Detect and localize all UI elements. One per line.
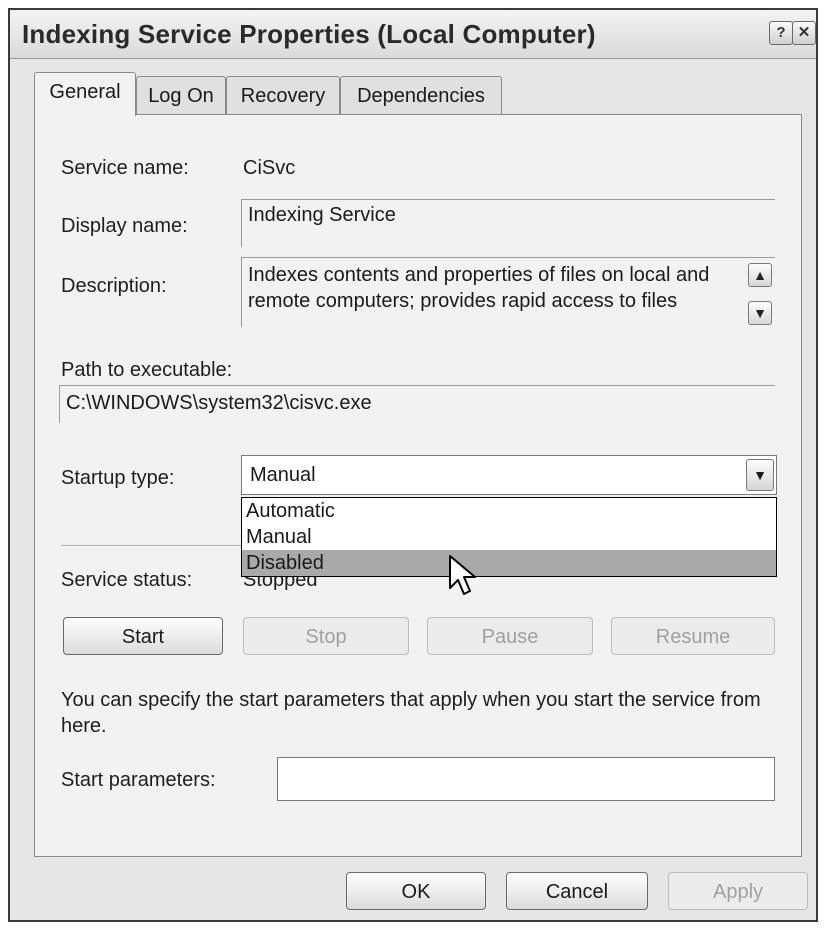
description-line-2: remote computers; provides rapid access … bbox=[248, 290, 678, 312]
pause-button[interactable]: Pause bbox=[427, 617, 593, 655]
title-bar[interactable]: Indexing Service Properties (Local Compu… bbox=[10, 10, 816, 59]
startup-type-label: Startup type: bbox=[61, 467, 175, 489]
resume-button[interactable]: Resume bbox=[611, 617, 775, 655]
scroll-down-icon[interactable]: ▼ bbox=[748, 301, 772, 325]
display-name-label: Display name: bbox=[61, 215, 188, 237]
properties-dialog: Indexing Service Properties (Local Compu… bbox=[8, 8, 818, 922]
startup-type-value: Manual bbox=[250, 464, 316, 486]
chevron-down-icon[interactable]: ▼ bbox=[746, 459, 774, 491]
tab-dependencies[interactable]: Dependencies bbox=[340, 76, 502, 115]
start-button[interactable]: Start bbox=[63, 617, 223, 655]
description-label: Description: bbox=[61, 275, 167, 297]
display-name-field[interactable]: Indexing Service bbox=[241, 199, 775, 247]
startup-type-select[interactable]: Manual ▼ bbox=[241, 455, 777, 495]
option-disabled[interactable]: Disabled bbox=[242, 550, 776, 576]
general-panel: Service name: CiSvc Display name: Indexi… bbox=[34, 114, 802, 857]
cancel-button[interactable]: Cancel bbox=[506, 872, 648, 910]
window-title: Indexing Service Properties (Local Compu… bbox=[22, 19, 596, 49]
path-field[interactable]: C:\WINDOWS\system32\cisvc.exe bbox=[59, 385, 775, 423]
help-icon[interactable]: ? bbox=[769, 21, 793, 45]
service-status-label: Service status: bbox=[61, 569, 193, 591]
option-automatic[interactable]: Automatic bbox=[242, 498, 776, 524]
ok-button[interactable]: OK bbox=[346, 872, 486, 910]
tab-log-on[interactable]: Log On bbox=[136, 76, 226, 115]
tab-recovery[interactable]: Recovery bbox=[226, 76, 340, 115]
mouse-pointer-icon bbox=[449, 555, 476, 595]
service-name-value: CiSvc bbox=[243, 157, 296, 179]
start-parameters-note: You can specify the start parameters tha… bbox=[61, 689, 761, 737]
stop-button[interactable]: Stop bbox=[243, 617, 409, 655]
tab-general[interactable]: General bbox=[34, 72, 136, 116]
start-parameters-label: Start parameters: bbox=[61, 769, 216, 791]
option-manual[interactable]: Manual bbox=[242, 524, 776, 550]
description-box[interactable]: Indexes contents and properties of files… bbox=[241, 257, 775, 327]
service-name-label: Service name: bbox=[61, 157, 189, 179]
startup-type-dropdown: Automatic Manual Disabled bbox=[241, 497, 777, 577]
close-icon[interactable]: ✕ bbox=[792, 21, 816, 45]
description-line-1: Indexes contents and properties of files… bbox=[248, 264, 710, 286]
apply-button[interactable]: Apply bbox=[668, 872, 808, 910]
start-parameters-input[interactable] bbox=[277, 757, 775, 801]
path-label: Path to executable: bbox=[61, 359, 233, 381]
scroll-up-icon[interactable]: ▲ bbox=[748, 263, 772, 287]
